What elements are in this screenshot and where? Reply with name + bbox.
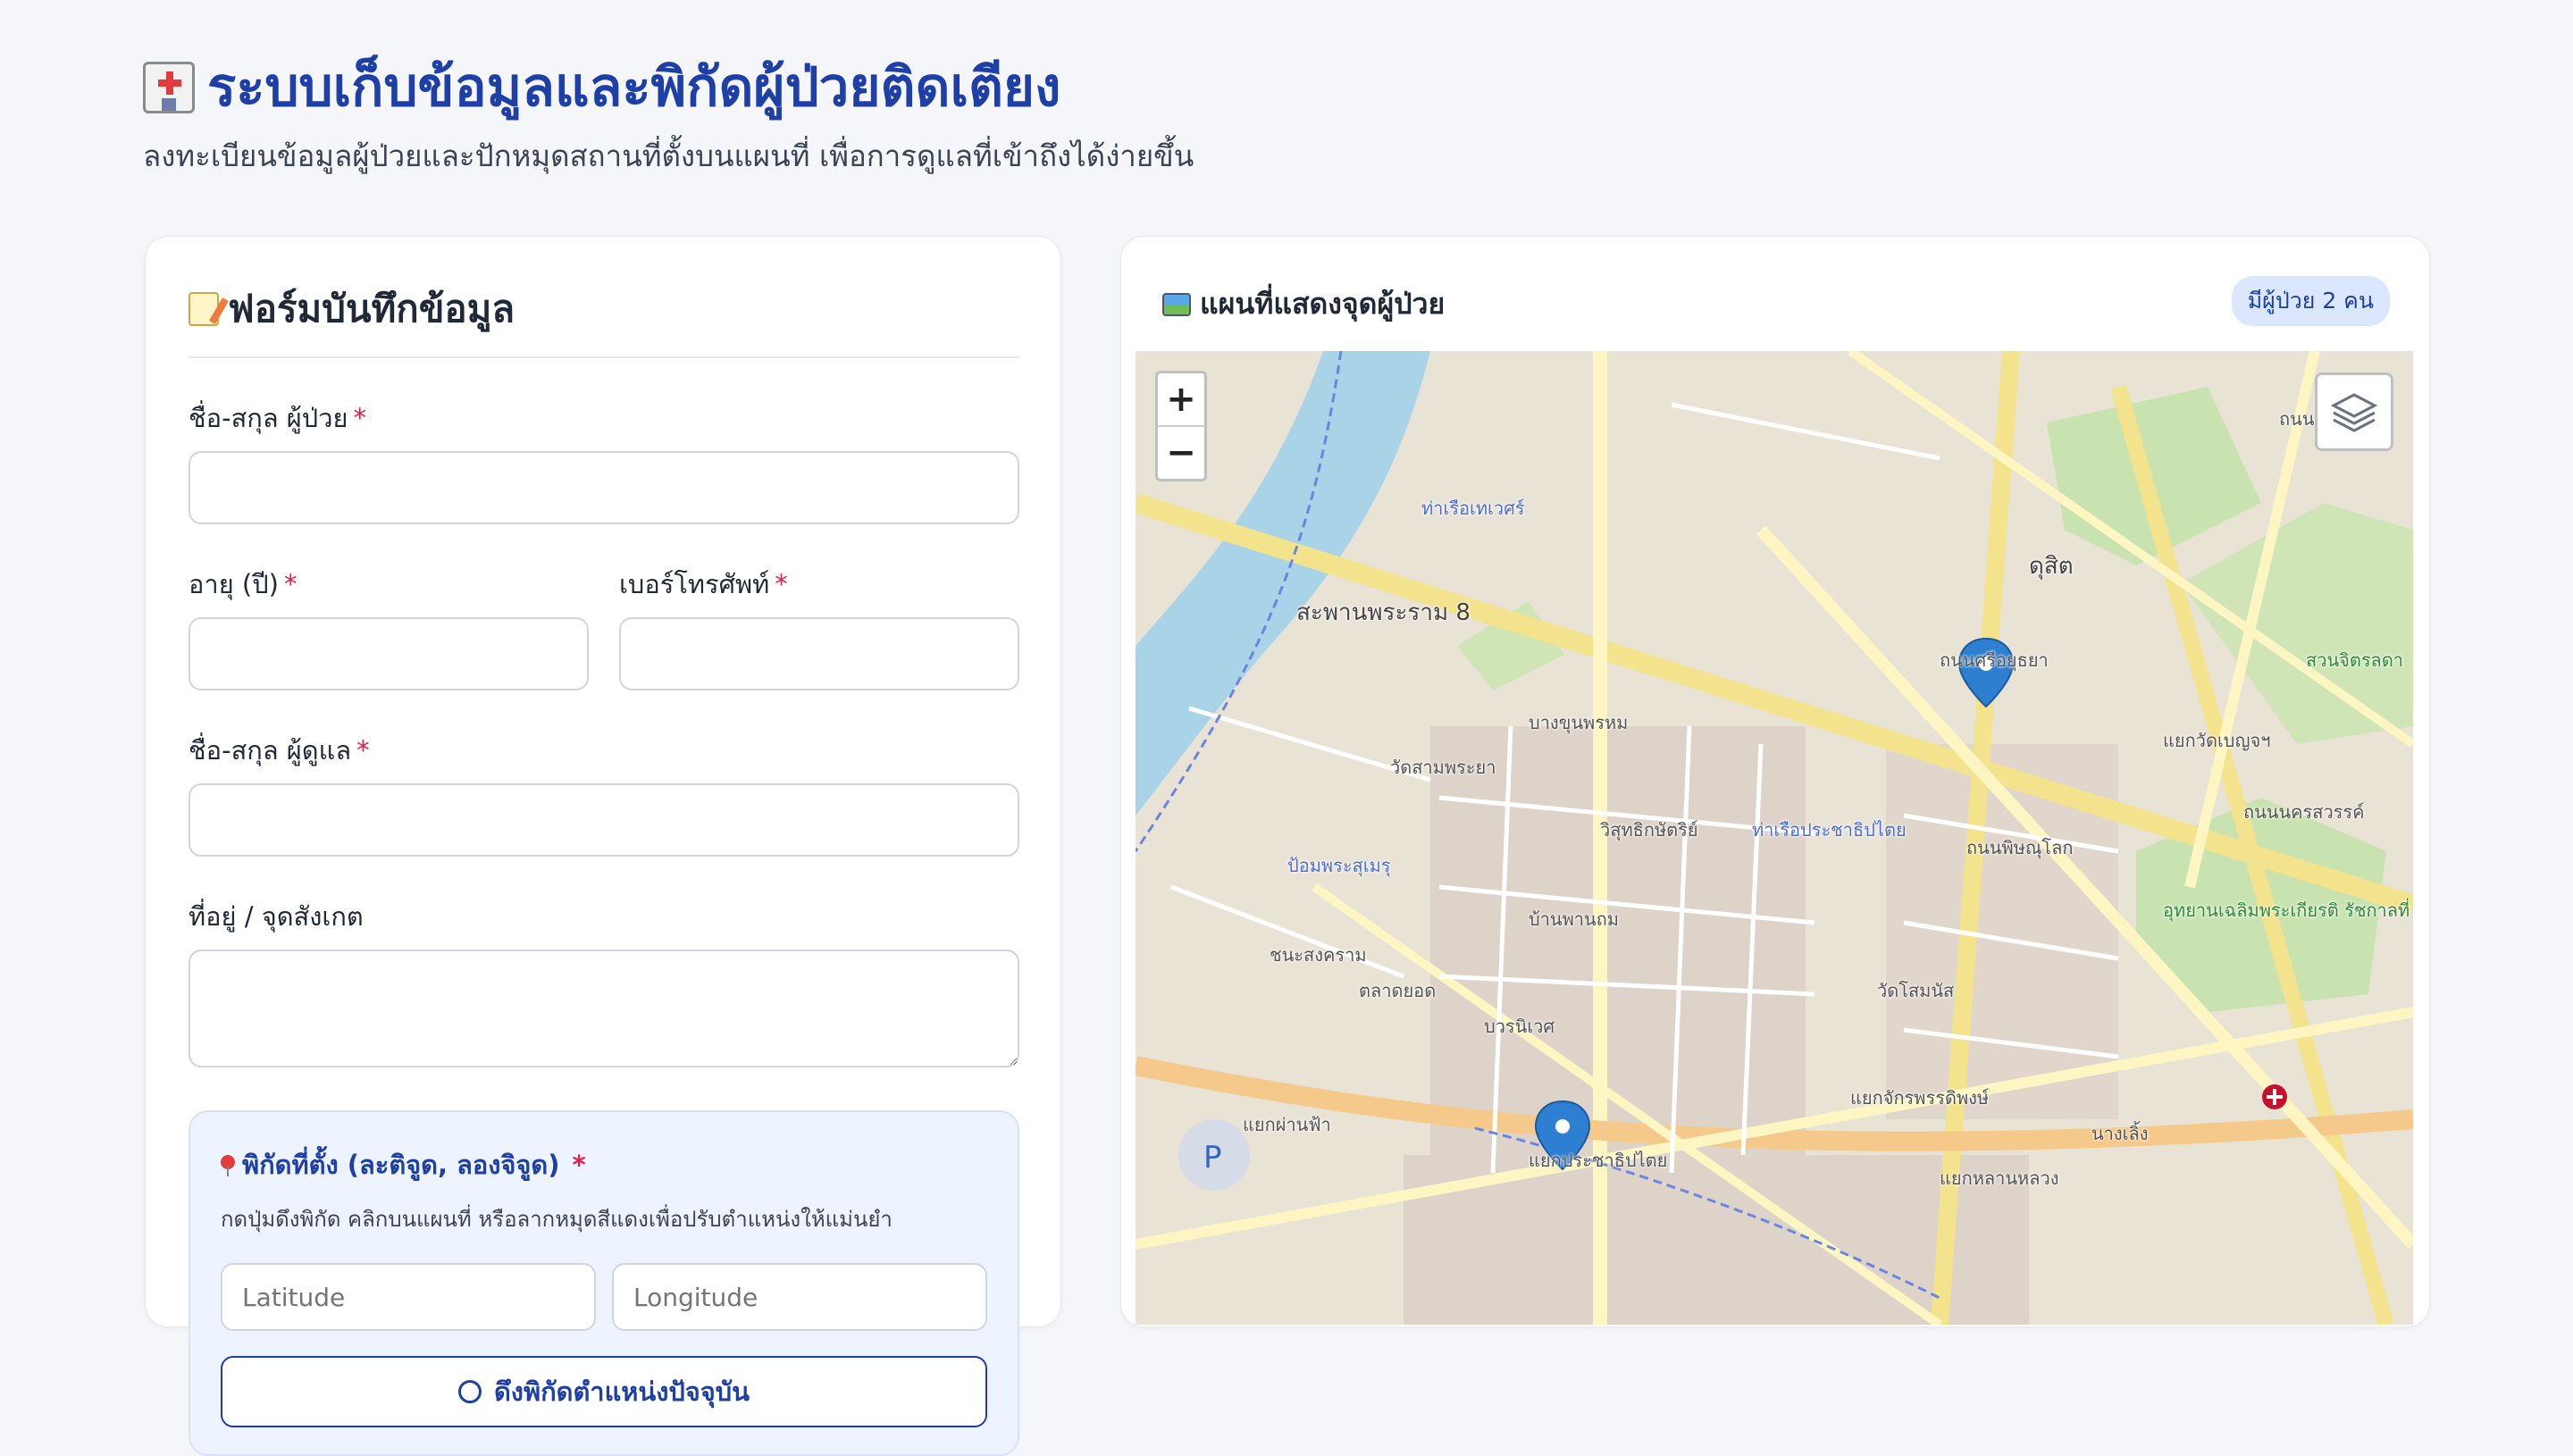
patient-count-badge: มีผู้ป่วย 2 คน	[2231, 276, 2390, 326]
phone-input[interactable]	[619, 617, 1019, 690]
page-title: ระบบเก็บข้อมูลและพิกัดผู้ป่วยติดเตียง	[207, 56, 1061, 119]
map-label: ท่าเรือเทเวศร์	[1421, 498, 1525, 519]
map-label: ถนนพิษณุโลก	[1966, 837, 2074, 858]
geo-section: พิกัดที่ตั้ง (ละติจูด, ลองจิจูด) * กดปุ่…	[189, 1110, 1019, 1456]
target-icon	[457, 1380, 482, 1403]
map-label: สะพานพระราม 8	[1296, 599, 1471, 626]
map-label: วัดโสมนัส	[1877, 980, 1955, 1001]
age-input[interactable]	[189, 617, 589, 690]
required-mark: *	[775, 569, 788, 599]
map-label: แยกวัดเบญจฯ	[2163, 730, 2271, 751]
caregiver-label: ชื่อ-สกุล ผู้ดูแล *	[189, 735, 370, 766]
get-location-button[interactable]: ดึงพิกัดตำแหน่งปัจจุบัน	[221, 1356, 987, 1427]
form-title: ฟอร์มบันทึกข้อมูล	[228, 287, 515, 331]
svg-text:P: P	[1203, 1140, 1222, 1176]
zoom-control: + −	[1155, 371, 1207, 481]
map-label: ถนนนครสวรรค์	[2243, 801, 2365, 823]
longitude-input[interactable]	[612, 1263, 987, 1331]
required-mark: *	[283, 569, 298, 599]
map-label: บวรนิเวศ	[1484, 1016, 1555, 1037]
geo-title-row: พิกัดที่ตั้ง (ละติจูด, ลองจิจูด) *	[221, 1144, 987, 1185]
map-label: อุทยานเฉลิมพระเกียรติ รัชกาลที่ ๙	[2163, 900, 2413, 921]
address-textarea[interactable]	[189, 950, 1019, 1067]
map-label: แยกจักรพรรดิพงษ์	[1850, 1087, 1990, 1109]
map-label: แยกประชาธิปไตย	[1529, 1150, 1668, 1171]
map-card: แผนที่แสดงจุดผู้ป่วย มีผู้ป่วย 2 คน P สะ…	[1120, 236, 2430, 1327]
zoom-in-button[interactable]: +	[1158, 373, 1204, 425]
map-title-row: แผนที่แสดงจุดผู้ป่วย	[1162, 281, 1445, 327]
map-label: ท่าเรือประชาธิปไตย	[1752, 819, 1907, 841]
map-label: แยกผ่านฟ้า	[1243, 1114, 1331, 1135]
hospital-marker-icon	[2262, 1084, 2287, 1109]
pushpin-icon	[221, 1155, 235, 1176]
required-mark: *	[356, 735, 370, 766]
patient-name-input[interactable]	[189, 451, 1019, 524]
latitude-input[interactable]	[221, 1263, 596, 1331]
map-label: ถนนศรีอยุธยา	[1940, 649, 2049, 671]
map-label: วิสุทธิกษัตริย์	[1600, 819, 1698, 841]
map-label: นางเลิ้ง	[2091, 1123, 2149, 1144]
phone-label: เบอร์โทรศัพท์ *	[619, 569, 788, 599]
map-title: แผนที่แสดงจุดผู้ป่วย	[1200, 287, 1446, 321]
patient-name-label: ชื่อ-สกุล ผู้ป่วย *	[189, 403, 367, 433]
form-title-row: ฟอร์มบันทึกข้อมูล	[189, 280, 1019, 358]
age-label: อายุ (ปี) *	[189, 569, 298, 599]
map-label: บ้านพานถม	[1529, 908, 1619, 930]
required-mark: *	[572, 1150, 586, 1180]
form-card: ฟอร์มบันทึกข้อมูล ชื่อ-สกุล ผู้ป่วย * อาย…	[145, 236, 1061, 1456]
map-label: สวนจิตรลดา	[2306, 649, 2404, 671]
map-label: วัดสามพระยา	[1390, 757, 1496, 778]
zoom-out-button[interactable]: −	[1158, 425, 1204, 479]
map-label: ดุสิต	[2029, 553, 2074, 580]
layers-button[interactable]	[2315, 372, 2393, 451]
map-icon	[1162, 292, 1191, 316]
page-header: ระบบเก็บข้อมูลและพิกัดผู้ป่วยติดเตียง ลง…	[143, 52, 1194, 180]
map-view[interactable]: P สะพานพระราม 8 ดุสิต สวนจิตรลดา อุทยานเ…	[1136, 351, 2413, 1325]
hospital-icon	[143, 62, 195, 113]
memo-icon	[189, 292, 219, 326]
map-label: แยกหลานหลวง	[1940, 1167, 2059, 1189]
page-subtitle: ลงทะเบียนข้อมูลผู้ป่วยและปักหมุดสถานที่ต…	[143, 138, 1194, 173]
parking-icon: P	[1178, 1119, 1250, 1191]
geo-help-text: กดปุ่มดึงพิกัด คลิกบนแผนที่ หรือลากหมุดส…	[221, 1207, 893, 1232]
map-label: ชนะสงคราม	[1270, 944, 1367, 966]
address-label: ที่อยู่ / จุดสังเกต	[189, 901, 364, 932]
get-location-label: ดึงพิกัดตำแหน่งปัจจุบัน	[493, 1377, 750, 1407]
map-label: ตลาดยอด	[1359, 980, 1437, 1001]
caregiver-input[interactable]	[189, 783, 1019, 857]
map-label: บางขุนพรหม	[1529, 712, 1629, 733]
geo-title: พิกัดที่ตั้ง (ละติจูด, ลองจิจูด)	[242, 1150, 560, 1180]
layers-icon	[2330, 393, 2378, 432]
required-mark: *	[353, 403, 367, 433]
page-title-row: ระบบเก็บข้อมูลและพิกัดผู้ป่วยติดเตียง	[143, 52, 1194, 123]
map-label: ป้อมพระสุเมรุ	[1287, 855, 1391, 876]
